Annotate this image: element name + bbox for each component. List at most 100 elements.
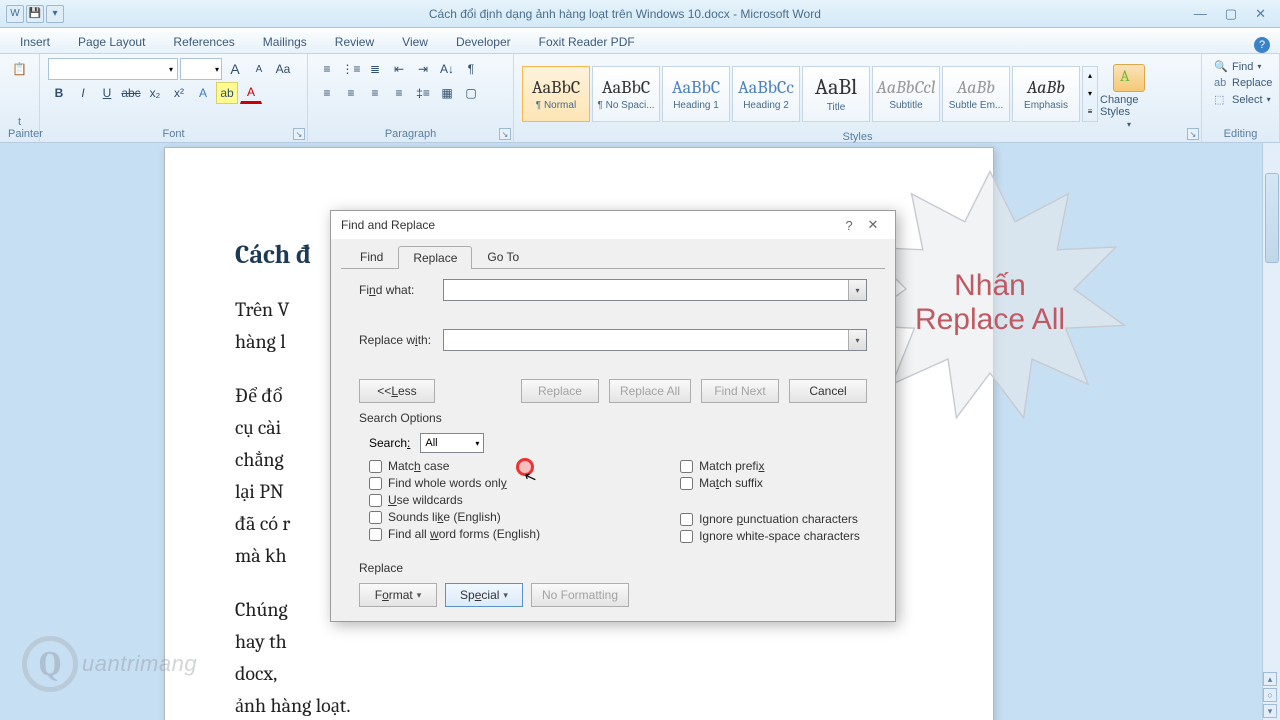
justify-icon[interactable]: ≡ [388, 82, 410, 104]
select-button[interactable]: ⬚Select▾ [1210, 91, 1275, 108]
style-subtitle[interactable]: AaBbCclSubtitle [872, 66, 940, 122]
use-wildcards-checkbox[interactable]: Use wildcards [369, 493, 540, 507]
dialog-tab-find[interactable]: Find [345, 245, 398, 268]
style-subtle-em[interactable]: AaBbSubtle Em... [942, 66, 1010, 122]
word-forms-checkbox[interactable]: Find all word forms (English) [369, 527, 540, 541]
subscript-button[interactable]: x₂ [144, 82, 166, 104]
help-icon[interactable]: ? [1254, 37, 1270, 53]
text-effects-icon[interactable]: A [192, 82, 214, 104]
ignore-whitespace-checkbox[interactable]: Ignore white-space characters [680, 529, 860, 543]
dialog-tab-goto[interactable]: Go To [472, 245, 534, 268]
bold-button[interactable]: B [48, 82, 70, 104]
find-dropdown-icon[interactable]: ▾ [848, 280, 866, 300]
multilevel-icon[interactable]: ≣ [364, 58, 386, 80]
grow-font-icon[interactable]: A [224, 58, 246, 80]
paragraph-dialog-launcher-icon[interactable]: ↘ [499, 128, 511, 140]
find-button[interactable]: 🔍Find▾ [1210, 58, 1265, 75]
dialog-title: Find and Replace [341, 218, 435, 232]
tab-foxit[interactable]: Foxit Reader PDF [525, 31, 649, 53]
style-title[interactable]: AaBlTitle [802, 66, 870, 122]
styles-scroll[interactable]: ▴▾≡ [1082, 66, 1098, 122]
replace-all-button[interactable]: Replace All [609, 379, 691, 403]
style-normal[interactable]: AaBbC¶ Normal [522, 66, 590, 122]
dialog-tab-replace[interactable]: Replace [398, 246, 472, 269]
tab-insert[interactable]: Insert [6, 31, 64, 53]
sort-icon[interactable]: A↓ [436, 58, 458, 80]
font-dialog-launcher-icon[interactable]: ↘ [293, 128, 305, 140]
paste-icon[interactable]: 📋 [9, 58, 31, 80]
italic-button[interactable]: I [72, 82, 94, 104]
dialog-titlebar[interactable]: Find and Replace ? ✕ [331, 211, 895, 239]
format-button[interactable]: Format [359, 583, 437, 607]
font-group-label: Font [48, 126, 299, 142]
replace-with-input[interactable]: ▾ [443, 329, 867, 351]
numbering-icon[interactable]: ⋮≡ [340, 58, 362, 80]
decrease-indent-icon[interactable]: ⇤ [388, 58, 410, 80]
tab-references[interactable]: References [159, 31, 248, 53]
font-name-combo[interactable]: ▾ [48, 58, 178, 80]
sounds-like-checkbox[interactable]: Sounds like (English) [369, 510, 540, 524]
highlight-icon[interactable]: ab [216, 82, 238, 104]
style-emphasis[interactable]: AaBbEmphasis [1012, 66, 1080, 122]
replace-section-label: Replace [359, 561, 867, 575]
find-what-input[interactable]: ▾ [443, 279, 867, 301]
group-clipboard: 📋 t Painter [0, 54, 40, 142]
superscript-button[interactable]: x² [168, 82, 190, 104]
strikethrough-button[interactable]: abc [120, 82, 142, 104]
browse-object-icons[interactable]: ▴ ○ ▾ [1261, 670, 1279, 720]
shading-icon[interactable]: ▦ [436, 82, 458, 104]
tab-review[interactable]: Review [321, 31, 388, 53]
cancel-button[interactable]: Cancel [789, 379, 867, 403]
style-heading-2[interactable]: AaBbCcHeading 2 [732, 66, 800, 122]
shrink-font-icon[interactable]: A [248, 58, 270, 80]
find-replace-dialog: Find and Replace ? ✕ Find Replace Go To … [330, 210, 896, 622]
ignore-punctuation-checkbox[interactable]: Ignore punctuation characters [680, 512, 860, 526]
save-icon[interactable]: 💾 [26, 5, 44, 23]
search-direction-select[interactable]: All▾ [420, 433, 484, 453]
next-page-icon[interactable]: ▾ [1263, 704, 1277, 718]
align-left-icon[interactable]: ≡ [316, 82, 338, 104]
replace-dropdown-icon[interactable]: ▾ [848, 330, 866, 350]
align-right-icon[interactable]: ≡ [364, 82, 386, 104]
dialog-help-icon[interactable]: ? [837, 218, 861, 233]
scrollbar-thumb[interactable] [1265, 173, 1279, 263]
find-next-button[interactable]: Find Next [701, 379, 779, 403]
change-styles-button[interactable]: Change Styles ▾ [1100, 58, 1158, 129]
prev-page-icon[interactable]: ▴ [1263, 672, 1277, 686]
change-case-icon[interactable]: Aa [272, 58, 294, 80]
less-button[interactable]: << Less [359, 379, 435, 403]
no-formatting-button[interactable]: No Formatting [531, 583, 629, 607]
paragraph-group-label: Paragraph [316, 126, 505, 142]
minimize-icon[interactable]: — [1194, 6, 1207, 22]
whole-words-checkbox[interactable]: Find whole words only [369, 476, 540, 490]
tab-mailings[interactable]: Mailings [249, 31, 321, 53]
align-center-icon[interactable]: ≡ [340, 82, 362, 104]
browse-icon[interactable]: ○ [1263, 688, 1277, 702]
replace-button-dlg[interactable]: Replace [521, 379, 599, 403]
font-color-icon[interactable]: A [240, 82, 262, 104]
match-suffix-checkbox[interactable]: Match suffix [680, 476, 860, 490]
word-icon[interactable]: W [6, 5, 24, 23]
increase-indent-icon[interactable]: ⇥ [412, 58, 434, 80]
qat-dropdown-icon[interactable]: ▾ [46, 5, 64, 23]
styles-dialog-launcher-icon[interactable]: ↘ [1187, 128, 1199, 140]
match-case-checkbox[interactable]: Match case [369, 459, 540, 473]
match-prefix-checkbox[interactable]: Match prefix [680, 459, 860, 473]
line-spacing-icon[interactable]: ‡≡ [412, 82, 434, 104]
tab-view[interactable]: View [388, 31, 442, 53]
underline-button[interactable]: U [96, 82, 118, 104]
close-window-icon[interactable]: ✕ [1255, 6, 1266, 22]
bullets-icon[interactable]: ≡ [316, 58, 338, 80]
maximize-icon[interactable]: ▢ [1225, 6, 1237, 22]
dialog-close-icon[interactable]: ✕ [861, 217, 885, 233]
font-size-combo[interactable]: ▾ [180, 58, 222, 80]
vertical-scrollbar[interactable]: ▴ ○ ▾ [1262, 143, 1280, 720]
style-no-spacing[interactable]: AaBbC¶ No Spaci... [592, 66, 660, 122]
tab-page-layout[interactable]: Page Layout [64, 31, 159, 53]
borders-icon[interactable]: ▢ [460, 82, 482, 104]
show-marks-icon[interactable]: ¶ [460, 58, 482, 80]
replace-button[interactable]: abReplace [1210, 75, 1276, 91]
style-heading-1[interactable]: AaBbCHeading 1 [662, 66, 730, 122]
tab-developer[interactable]: Developer [442, 31, 525, 53]
special-button[interactable]: Special [445, 583, 523, 607]
